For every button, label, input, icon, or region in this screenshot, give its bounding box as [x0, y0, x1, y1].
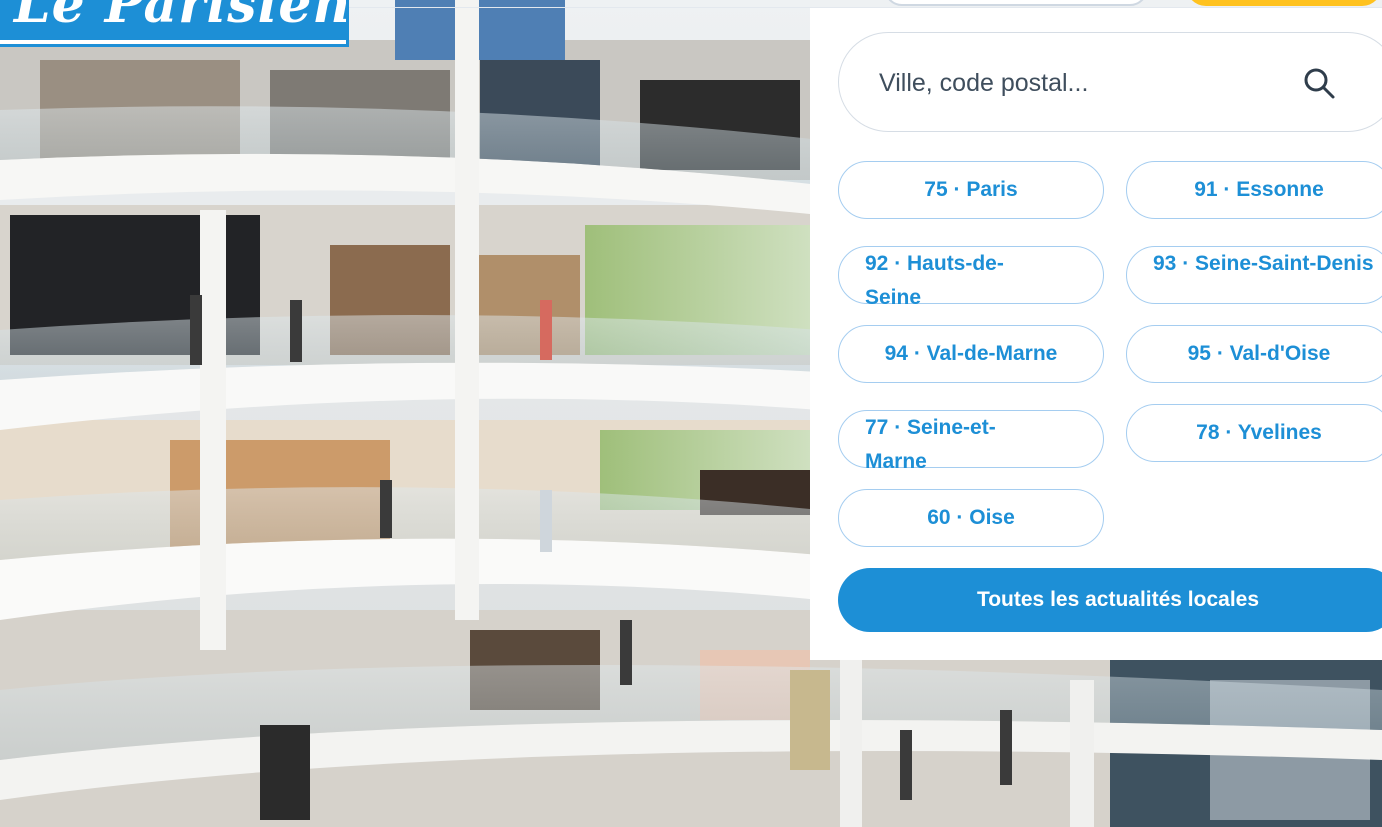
dept-button-93[interactable]: 93 · Seine-Saint-Denis: [1126, 246, 1382, 304]
dept-label: 78 · Yvelines: [1196, 421, 1322, 444]
dept-label: 95 · Val-d'Oise: [1187, 342, 1331, 365]
header-subscribe-button[interactable]: [1186, 0, 1382, 6]
dept-label: 75 · Paris: [924, 178, 1018, 201]
dept-button-78[interactable]: 78 · Yvelines: [1126, 404, 1382, 462]
dept-button-60[interactable]: 60 · Oise: [838, 489, 1104, 547]
dept-button-75[interactable]: 75 · Paris: [838, 161, 1104, 219]
logo-text: Le Parisien: [14, 0, 346, 35]
site-logo[interactable]: Le Parisien: [0, 0, 349, 47]
location-search-input[interactable]: [879, 67, 1299, 99]
search-icon[interactable]: [1301, 65, 1337, 101]
dept-button-91[interactable]: 91 · Essonne: [1126, 161, 1382, 219]
dept-button-92[interactable]: 92 · Hauts-de-Seine: [838, 246, 1104, 309]
local-news-panel: 75 · Paris 91 · Essonne 92 · Hauts-de-Se…: [810, 8, 1382, 660]
all-local-news-button[interactable]: Toutes les actualités locales: [838, 568, 1382, 632]
dept-button-77[interactable]: 77 · Seine-et-Marne: [838, 410, 1104, 473]
dept-label: 77 · Seine-et-Marne: [865, 416, 996, 473]
dept-button-95[interactable]: 95 · Val-d'Oise: [1126, 325, 1382, 383]
dept-button-94[interactable]: 94 · Val-de-Marne: [838, 325, 1104, 383]
all-local-news-label: Toutes les actualités locales: [976, 588, 1260, 611]
header-outline-button[interactable]: [884, 0, 1148, 6]
location-search-box: [838, 32, 1382, 132]
dept-label: 93 · Seine-Saint-Denis: [1153, 252, 1374, 275]
dept-label: 94 · Val-de-Marne: [884, 342, 1058, 365]
dept-label: 92 · Hauts-de-Seine: [865, 252, 1004, 309]
dept-label: 60 · Oise: [927, 506, 1015, 529]
dept-label: 91 · Essonne: [1194, 178, 1324, 201]
